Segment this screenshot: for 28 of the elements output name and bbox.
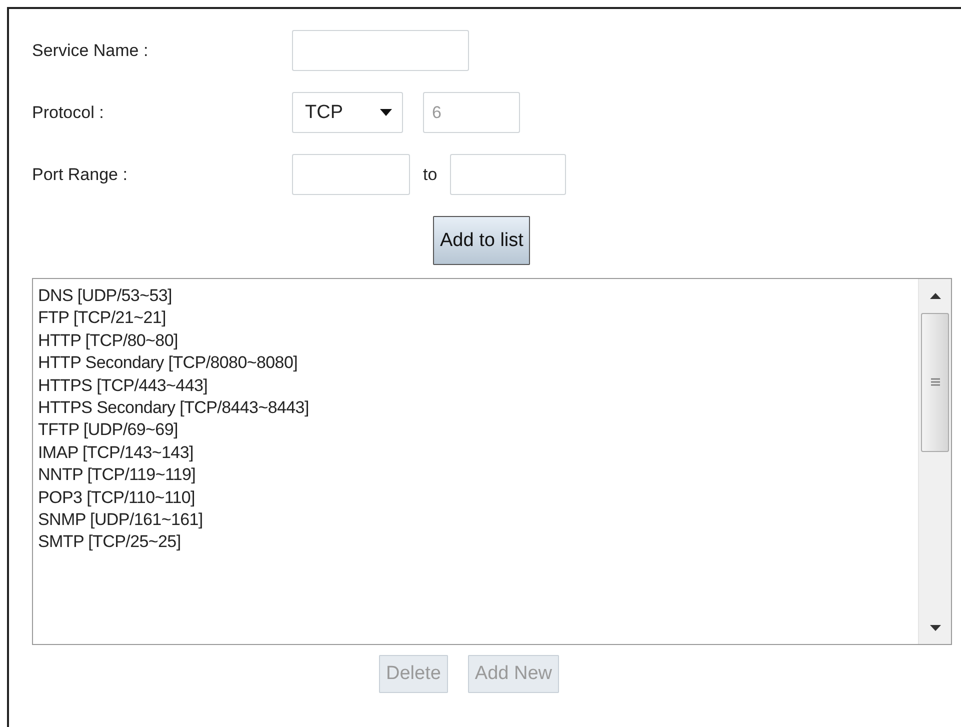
caret-icon: [380, 109, 392, 116]
field-label: Port Range :: [32, 164, 128, 184]
scroll-down-icon[interactable]: [930, 625, 940, 631]
list-item[interactable]: NNTP [TCP/119~119]: [38, 464, 918, 487]
add-to-list-button[interactable]: Add to list: [433, 216, 530, 265]
list-item[interactable]: FTP [TCP/21~21]: [38, 307, 918, 330]
service-list[interactable]: [32, 278, 952, 645]
list-item[interactable]: HTTP Secondary [TCP/8080~8080]: [38, 352, 918, 375]
scroll-thumb[interactable]: [921, 313, 949, 452]
list-item[interactable]: IMAP [TCP/143~143]: [38, 442, 918, 464]
list-item[interactable]: TFTP [UDP/69~69]: [38, 419, 918, 442]
list-item[interactable]: HTTP [TCP/80~80]: [38, 330, 918, 352]
service-name-field[interactable]: [292, 30, 469, 71]
scrollbar[interactable]: [918, 279, 951, 644]
list-item[interactable]: HTTPS [TCP/443~443]: [38, 374, 918, 398]
protocol-dropdown[interactable]: TCP: [292, 92, 403, 133]
list-item[interactable]: HTTPS Secondary [TCP/8443~8443]: [38, 397, 918, 420]
list-item[interactable]: DNS [UDP/53~53]: [38, 285, 918, 308]
field-label: Service Name :: [32, 40, 150, 60]
list-item[interactable]: SNMP [UDP/161~161]: [38, 509, 918, 532]
range-separator: to: [423, 164, 438, 184]
port-start-field[interactable]: [292, 154, 410, 195]
scroll-up-icon[interactable]: [930, 293, 940, 299]
list-item[interactable]: POP3 [TCP/110~110]: [38, 486, 918, 510]
grip-icon: [930, 378, 940, 387]
field-label: Protocol :: [32, 102, 105, 122]
list-item[interactable]: SMTP [TCP/25~25]: [38, 531, 918, 554]
port-end-field[interactable]: [450, 154, 566, 195]
